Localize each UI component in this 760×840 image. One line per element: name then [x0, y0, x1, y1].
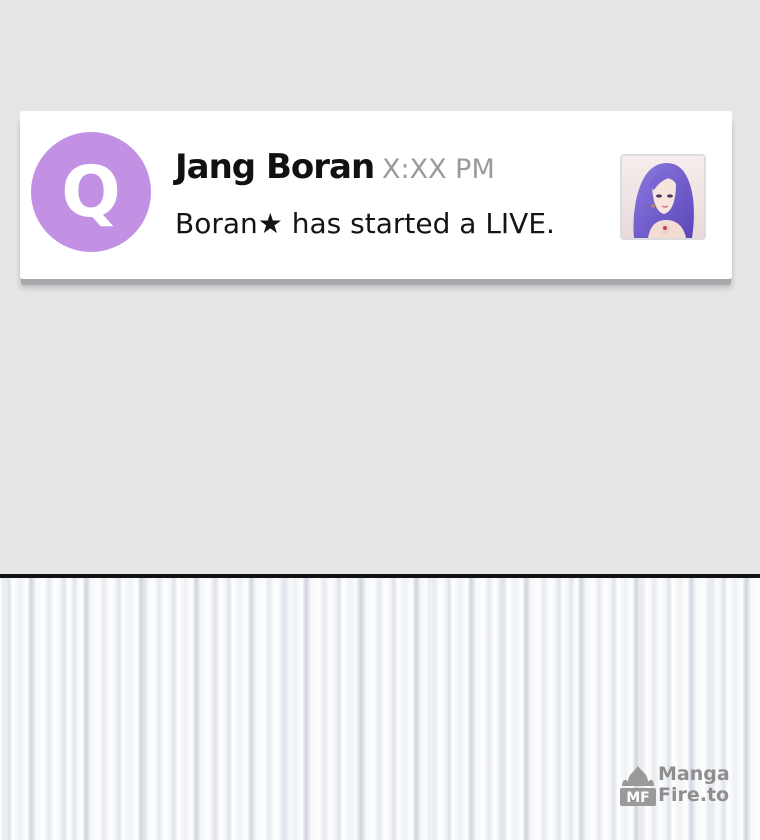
- panel-top-background: [0, 0, 760, 576]
- notification-sender: Jang Boran: [175, 147, 375, 187]
- profile-thumbnail-image: [622, 156, 704, 238]
- notification-time: X:XX PM: [382, 154, 495, 185]
- app-icon-letter: Q: [61, 151, 121, 233]
- watermark-line2: Fire.to: [658, 784, 730, 806]
- profile-thumbnail: [620, 154, 706, 240]
- watermark-text: Manga Fire.to: [658, 764, 730, 806]
- watermark-line1: Manga: [658, 763, 730, 785]
- watermark-logo-letters: MF: [626, 790, 650, 806]
- notification-message: Boran★ has started a LIVE.: [175, 207, 555, 240]
- notification-card[interactable]: Q Jang Boran X:XX PM Boran★ has started …: [20, 111, 732, 279]
- app-icon: Q: [31, 132, 151, 252]
- watermark: MF Manga Fire.to: [618, 764, 738, 810]
- flame-logo-icon: MF: [620, 766, 656, 806]
